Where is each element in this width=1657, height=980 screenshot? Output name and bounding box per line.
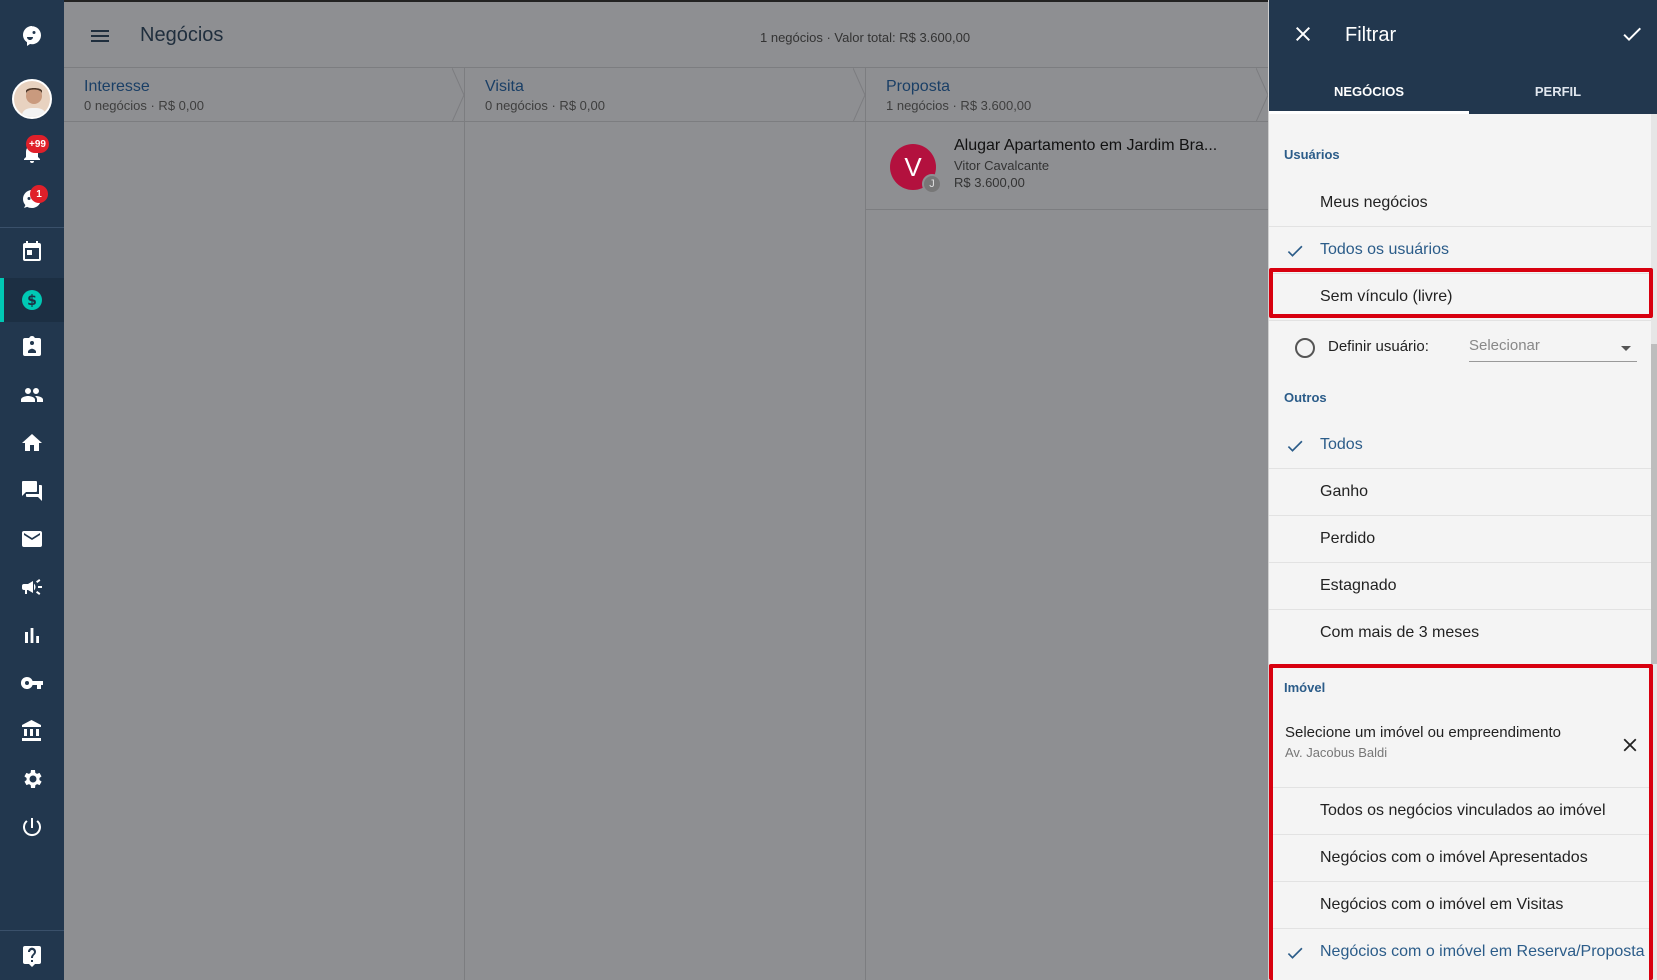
option-label: Estagnado [1320,577,1397,594]
chevron-down-icon [1621,346,1631,351]
option-ganho[interactable]: Ganho [1269,469,1651,516]
property-selector-title: Selecione um imóvel ou empreendimento [1285,724,1561,741]
option-todos-vinculados[interactable]: Todos os negócios vinculados ao imóvel [1269,788,1651,835]
column-interesse: Interesse 0 negócios · R$ 0,00 [64,68,465,980]
people-icon[interactable] [0,375,64,415]
svg-text:$: $ [27,293,37,309]
option-label: Todos os negócios vinculados ao imóvel [1320,802,1606,819]
help-icon[interactable] [0,936,64,976]
column-header[interactable]: Visita 0 negócios · R$ 0,00 [465,68,866,122]
column-subtitle: 0 negócios · R$ 0,00 [485,98,605,113]
option-apresentados[interactable]: Negócios com o imóvel Apresentados [1269,835,1651,882]
bar-chart-icon[interactable] [0,615,64,655]
calendar-icon[interactable] [0,231,64,271]
sidebar-divider [0,227,64,228]
column-proposta: Proposta 1 negócios · R$ 3.600,00 V J Al… [866,68,1269,980]
deal-value: R$ 3.600,00 [954,175,1025,190]
option-estagnado[interactable]: Estagnado [1269,563,1651,610]
clear-icon[interactable] [1619,734,1641,756]
option-todos-usuarios[interactable]: Todos os usuários [1269,227,1651,274]
column-visita: Visita 0 negócios · R$ 0,00 [465,68,866,980]
filter-panel: Filtrar NEGÓCIOS PERFIL Usuários Meus ne… [1268,0,1657,980]
gear-icon[interactable] [0,759,64,799]
check-icon [1285,241,1305,261]
home-icon[interactable] [0,423,64,463]
menu-icon[interactable] [86,22,114,50]
select-placeholder: Selecionar [1469,337,1540,354]
panel-scrollbar-thumb[interactable] [1651,344,1657,664]
option-label: Todos os usuários [1320,241,1449,258]
bank-icon[interactable] [0,711,64,751]
app-sidebar: +99 1 $ [0,0,64,980]
deal-card[interactable]: V J Alugar Apartamento em Jardim Bra... … [866,122,1268,210]
column-header[interactable]: Proposta 1 negócios · R$ 3.600,00 [866,68,1269,122]
option-label: Ganho [1320,483,1369,500]
page-title: Negócios [140,24,224,46]
define-user-label: Definir usuário: [1328,338,1429,355]
notifications-badge: +99 [26,135,49,153]
property-selector[interactable]: Selecione um imóvel ou empreendimento Av… [1269,706,1651,788]
megaphone-icon[interactable] [0,567,64,607]
option-label: Perdido [1320,530,1376,547]
mail-icon[interactable] [0,519,64,559]
stage-chevron-icon [853,68,866,122]
power-icon[interactable] [0,807,64,847]
option-label: Negócios com o imóvel em Reserva/Propost… [1320,943,1645,960]
key-icon[interactable] [0,663,64,703]
option-label: Negócios com o imóvel em Visitas [1320,896,1564,913]
tab-negocios[interactable]: NEGÓCIOS [1269,68,1469,114]
property-selector-value: Av. Jacobus Baldi [1285,745,1388,760]
option-label: Sem vínculo (livre) [1320,288,1453,305]
section-usuarios: Usuários [1284,147,1340,162]
chat-bot-icon[interactable]: 1 [0,179,64,219]
column-title: Visita [485,78,524,95]
option-reserva-proposta[interactable]: Negócios com o imóvel em Reserva/Propost… [1269,929,1651,976]
contact-badge-icon[interactable] [0,327,64,367]
option-sem-vinculo[interactable]: Sem vínculo (livre) [1269,274,1651,321]
define-user-radio[interactable] [1295,338,1315,358]
deal-owner-avatar: J [922,174,942,194]
filter-header: Filtrar NEGÓCIOS PERFIL [1269,0,1657,114]
avatar [12,79,52,119]
option-label: Meus negócios [1320,194,1428,211]
check-icon [1285,943,1305,963]
column-title: Proposta [886,78,951,95]
dollar-icon[interactable]: $ [0,278,64,322]
section-outros: Outros [1284,390,1327,405]
close-icon[interactable] [1291,22,1315,46]
sidebar-divider-bottom [0,930,64,931]
check-icon [1285,436,1305,456]
deal-title: Alugar Apartamento em Jardim Bra... [954,137,1218,154]
forum-icon[interactable] [0,471,64,511]
filter-title: Filtrar [1345,24,1397,46]
deal-user: Vitor Cavalcante [954,158,1050,173]
stage-chevron-icon [452,68,465,122]
column-header[interactable]: Interesse 0 negócios · R$ 0,00 [64,68,465,122]
option-perdido[interactable]: Perdido [1269,516,1651,563]
column-subtitle: 0 negócios · R$ 0,00 [84,98,204,113]
tab-perfil[interactable]: PERFIL [1458,68,1657,114]
column-subtitle: 1 negócios · R$ 3.600,00 [886,98,1032,113]
option-visitas[interactable]: Negócios com o imóvel em Visitas [1269,882,1651,929]
define-user-select[interactable]: Selecionar [1469,334,1637,362]
bell-icon[interactable]: +99 [0,133,64,173]
chat-badge: 1 [30,185,48,203]
option-meus-negocios[interactable]: Meus negócios [1269,180,1651,227]
option-label: Negócios com o imóvel Apresentados [1320,849,1588,866]
top-header: Negócios 1 negócios · Valor total: R$ 3.… [64,0,1268,68]
deals-summary: 1 negócios · Valor total: R$ 3.600,00 [760,30,971,45]
section-imovel: Imóvel [1284,680,1326,695]
user-avatar[interactable] [0,76,64,122]
option-todos[interactable]: Todos [1269,422,1651,469]
apply-check-icon[interactable] [1620,22,1644,46]
option-mais-3-meses[interactable]: Com mais de 3 meses [1269,610,1651,657]
option-label: Com mais de 3 meses [1320,624,1480,641]
option-label: Todos [1320,436,1363,453]
column-title: Interesse [84,78,150,95]
logo-icon[interactable] [0,14,64,58]
